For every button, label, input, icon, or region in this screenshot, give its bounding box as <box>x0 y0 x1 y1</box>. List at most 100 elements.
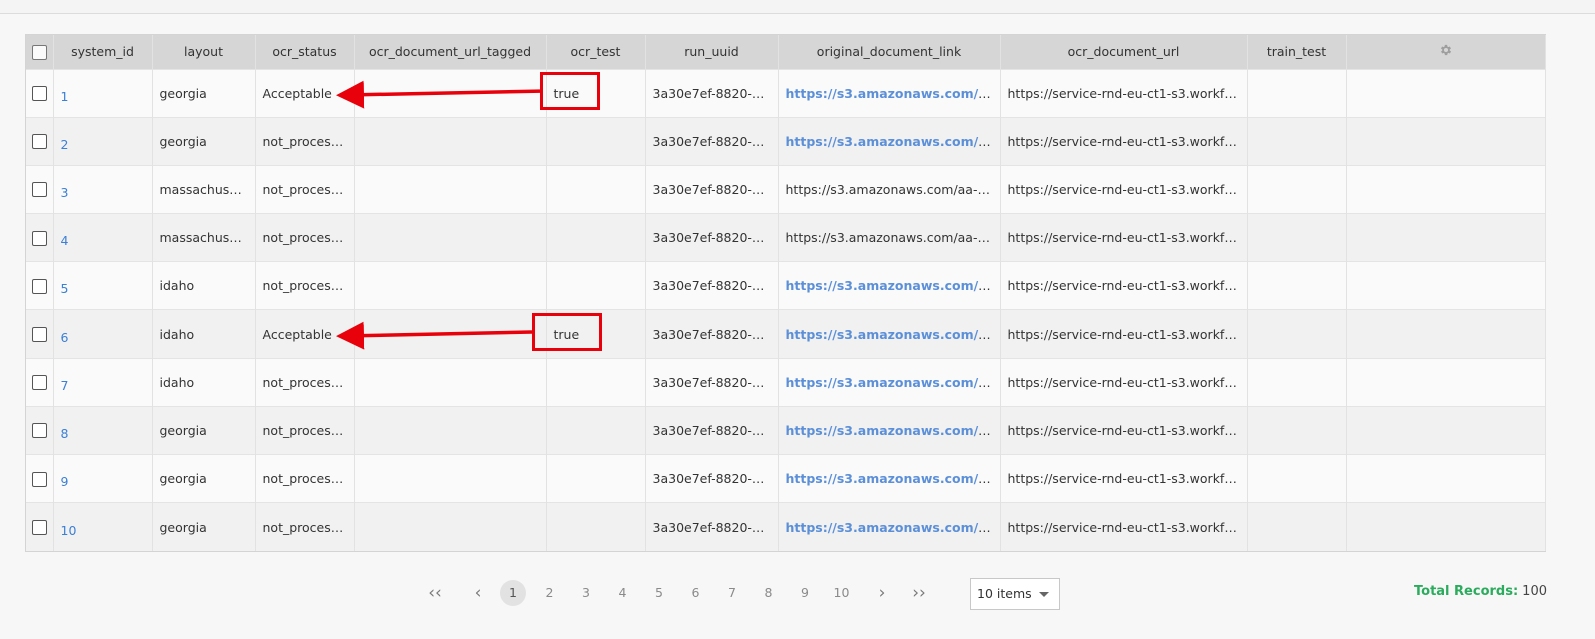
system-id-link[interactable]: 9 <box>61 474 69 489</box>
cell-layout: georgia <box>152 405 256 455</box>
cell-train-test <box>1247 213 1347 262</box>
table-row[interactable]: 9 georgia not_processed 3a30e7ef-8820-44...… <box>26 453 1546 503</box>
double-chevron-left-icon[interactable]: ‹‹ <box>422 580 448 606</box>
table-row[interactable]: 2 georgia not_processed 3a30e7ef-8820-44...… <box>26 116 1546 166</box>
header-train-test[interactable]: train_test <box>1247 35 1347 69</box>
row-checkbox[interactable] <box>31 520 47 536</box>
system-id-link[interactable]: 7 <box>61 378 69 393</box>
system-id-link[interactable]: 2 <box>61 137 69 152</box>
page-10-button[interactable]: 10 <box>829 580 855 606</box>
cell-original-document-link: https://s3.amazonaws.com/aa-ma... <box>778 68 1001 118</box>
cell-settings <box>1346 261 1546 310</box>
table-row[interactable]: 5 idaho not_processed 3a30e7ef-8820-44... ht… <box>26 261 1546 310</box>
page-6-button[interactable]: 6 <box>683 580 709 606</box>
original-document-link[interactable]: https://s3.amazonaws.com/aa-ma... <box>786 134 1000 149</box>
cell-train-test <box>1247 502 1347 551</box>
original-document-link[interactable]: https://s3.amazonaws.com/aa-ma... <box>786 375 1000 390</box>
double-chevron-right-icon[interactable]: ›› <box>906 580 932 606</box>
page-3-button[interactable]: 3 <box>573 580 599 606</box>
header-system-id[interactable]: system_id <box>53 35 153 69</box>
original-document-link[interactable]: https://s3.amazonaws.com/aa-ma... <box>786 86 1000 101</box>
page-8-button[interactable]: 8 <box>756 580 782 606</box>
table-row[interactable]: 1 georgia Acceptable true 3a30e7ef-8820-44..… <box>26 68 1546 118</box>
row-checkbox[interactable] <box>31 327 47 343</box>
caret-down-icon <box>1039 592 1049 597</box>
table-row[interactable]: 6 idaho Acceptable true 3a30e7ef-8820-44... h… <box>26 309 1546 359</box>
page-9-button[interactable]: 9 <box>792 580 818 606</box>
original-document-link[interactable]: https://s3.amazonaws.com/aa-ma... <box>786 520 1000 535</box>
original-document-link[interactable]: https://s3.amazonaws.com/aa-ma... <box>786 230 1000 245</box>
system-id-link[interactable]: 3 <box>61 185 69 200</box>
row-select-cell <box>26 68 54 118</box>
row-checkbox[interactable] <box>31 86 47 102</box>
table-row[interactable]: 8 georgia not_processed 3a30e7ef-8820-44...… <box>26 405 1546 455</box>
select-all-checkbox[interactable] <box>31 44 47 60</box>
cell-original-document-link: https://s3.amazonaws.com/aa-ma... <box>778 405 1001 455</box>
gear-icon[interactable] <box>1439 43 1453 57</box>
system-id-link[interactable]: 8 <box>61 426 69 441</box>
row-checkbox[interactable] <box>31 471 47 487</box>
system-id-link[interactable]: 10 <box>61 523 77 538</box>
row-checkbox[interactable] <box>31 423 47 439</box>
header-original-document-link[interactable]: original_document_link <box>778 35 1001 69</box>
table-row[interactable]: 7 idaho not_processed 3a30e7ef-8820-44... ht… <box>26 357 1546 407</box>
cell-layout: georgia <box>152 68 256 118</box>
header-ocr-document-url[interactable]: ocr_document_url <box>1000 35 1248 69</box>
row-checkbox[interactable] <box>31 278 47 294</box>
header-ocr-status[interactable]: ocr_status <box>255 35 355 69</box>
page-size-select[interactable]: 10 items <box>970 578 1060 610</box>
cell-system-id: 6 <box>53 309 153 359</box>
table-row[interactable]: 3 massachusetts not_processed 3a30e7ef-8820… <box>26 164 1546 214</box>
page-7-button[interactable]: 7 <box>719 580 745 606</box>
chevron-left-icon[interactable]: ‹ <box>465 580 491 606</box>
row-checkbox[interactable] <box>31 230 47 246</box>
row-checkbox[interactable] <box>31 375 47 391</box>
cell-ocr-document-url: https://service-rnd-eu-ct1-s3.workfusio.… <box>1000 164 1248 214</box>
cell-system-id: 5 <box>53 261 153 310</box>
cell-settings <box>1346 116 1546 166</box>
cell-ocr-test <box>546 164 646 214</box>
cell-ocr-document-url-tagged <box>354 68 547 118</box>
cell-original-document-link: https://s3.amazonaws.com/aa-ma... <box>778 309 1001 359</box>
cell-run-uuid: 3a30e7ef-8820-44... <box>645 357 779 407</box>
original-document-link[interactable]: https://s3.amazonaws.com/aa-ma... <box>786 327 1000 342</box>
cell-ocr-test: true <box>546 309 646 359</box>
system-id-link[interactable]: 4 <box>61 233 69 248</box>
page-4-button[interactable]: 4 <box>610 580 636 606</box>
cell-layout: massachusetts <box>152 213 256 262</box>
header-ocr-test[interactable]: ocr_test <box>546 35 646 69</box>
cell-ocr-status: not_processed <box>255 116 355 166</box>
cell-train-test <box>1247 405 1347 455</box>
system-id-link[interactable]: 6 <box>61 330 69 345</box>
cell-ocr-document-url-tagged <box>354 357 547 407</box>
original-document-link[interactable]: https://s3.amazonaws.com/aa-ma... <box>786 182 1000 197</box>
cell-ocr-test <box>546 357 646 407</box>
row-select-cell <box>26 261 54 310</box>
original-document-link[interactable]: https://s3.amazonaws.com/aa-ma... <box>786 471 1000 486</box>
cell-system-id: 3 <box>53 164 153 214</box>
original-document-link[interactable]: https://s3.amazonaws.com/aa-ma... <box>786 423 1000 438</box>
cell-ocr-test <box>546 405 646 455</box>
top-bar <box>0 0 1595 14</box>
page-1-button[interactable]: 1 <box>500 580 526 606</box>
system-id-link[interactable]: 5 <box>61 281 69 296</box>
system-id-link[interactable]: 1 <box>61 89 69 104</box>
page-2-button[interactable]: 2 <box>537 580 563 606</box>
table-row[interactable]: 10 georgia not_processed 3a30e7ef-8820-44..… <box>26 502 1546 551</box>
page-5-button[interactable]: 5 <box>646 580 672 606</box>
header-run-uuid[interactable]: run_uuid <box>645 35 779 69</box>
row-select-cell <box>26 357 54 407</box>
header-layout[interactable]: layout <box>152 35 256 69</box>
header-ocr-document-url-tagged[interactable]: ocr_document_url_tagged <box>354 35 547 69</box>
cell-run-uuid: 3a30e7ef-8820-44... <box>645 261 779 310</box>
table-row[interactable]: 4 massachusetts not_processed 3a30e7ef-8820… <box>26 213 1546 262</box>
cell-ocr-test <box>546 453 646 503</box>
original-document-link[interactable]: https://s3.amazonaws.com/aa-ma... <box>786 278 1000 293</box>
cell-settings <box>1346 357 1546 407</box>
cell-ocr-document-url-tagged <box>354 405 547 455</box>
chevron-right-icon[interactable]: › <box>869 580 895 606</box>
row-checkbox[interactable] <box>31 134 47 150</box>
cell-settings <box>1346 453 1546 503</box>
cell-ocr-document-url: https://service-rnd-eu-ct1-s3.workfusio.… <box>1000 261 1248 310</box>
row-checkbox[interactable] <box>31 182 47 198</box>
